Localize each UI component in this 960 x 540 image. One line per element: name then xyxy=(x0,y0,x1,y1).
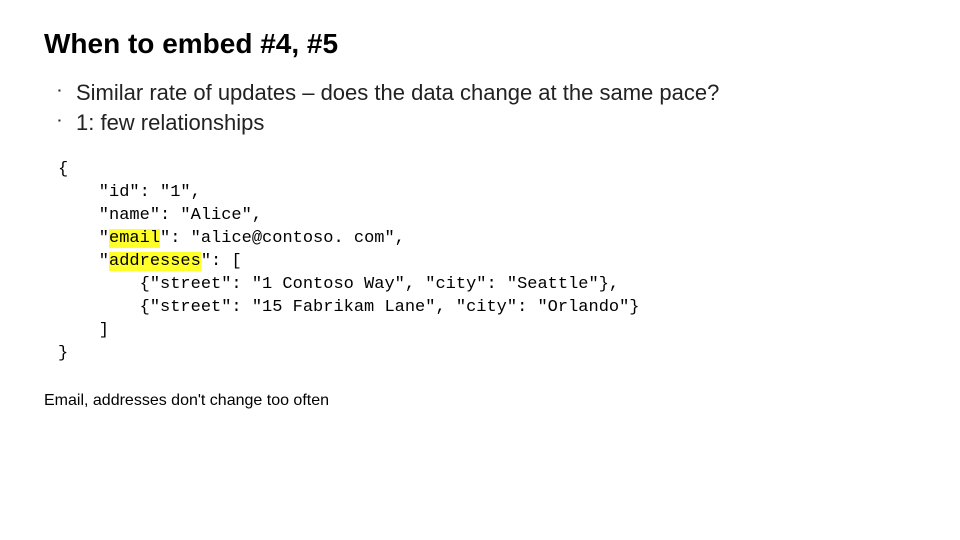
highlight-email: email xyxy=(109,229,160,248)
footnote-text: Email, addresses don't change too often xyxy=(44,392,916,410)
highlight-addresses: addresses xyxy=(109,252,201,271)
code-block: { "id": "1", "name": "Alice", "email": "… xyxy=(58,159,916,365)
bullet-item: Similar rate of updates – does the data … xyxy=(58,78,916,108)
code-line: "name": "Alice", xyxy=(58,206,262,225)
bullet-list: Similar rate of updates – does the data … xyxy=(58,78,916,137)
bullet-item: 1: few relationships xyxy=(58,108,916,138)
code-line: ] xyxy=(58,321,109,340)
slide: When to embed #4, #5 Similar rate of upd… xyxy=(0,0,960,438)
slide-title: When to embed #4, #5 xyxy=(44,28,916,60)
code-line: {"street": "15 Fabrikam Lane", "city": "… xyxy=(58,298,640,317)
code-line: ": [ xyxy=(201,252,242,271)
code-line: ": "alice@contoso. com", xyxy=(160,229,405,248)
code-line: { xyxy=(58,160,68,179)
code-line: {"street": "1 Contoso Way", "city": "Sea… xyxy=(58,275,619,294)
code-line: " xyxy=(58,252,109,271)
code-line: } xyxy=(58,344,68,363)
code-line: "id": "1", xyxy=(58,183,201,202)
code-line: " xyxy=(58,229,109,248)
